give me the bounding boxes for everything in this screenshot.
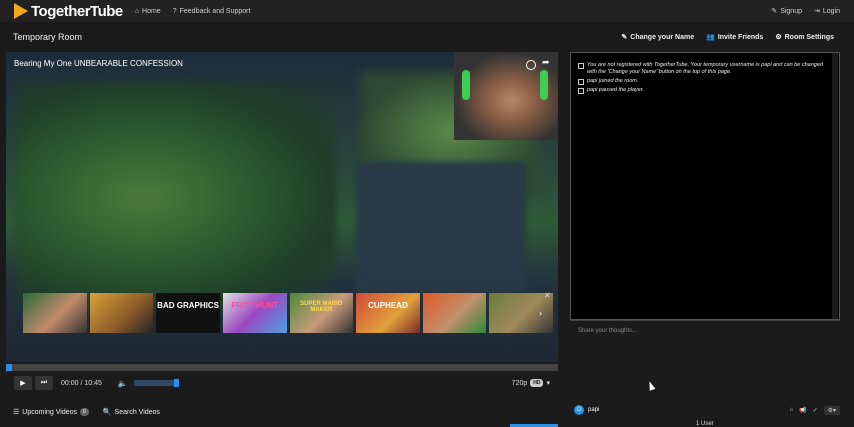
- volume-knob[interactable]: [173, 379, 179, 387]
- user-count: 1 User: [696, 421, 714, 427]
- chat-log: You are not registered with TogetherTube…: [570, 52, 840, 320]
- progress-fill: [6, 364, 12, 371]
- power-icon[interactable]: ⏻: [574, 405, 584, 415]
- quality-selector[interactable]: 720p HD ▾: [512, 379, 550, 387]
- check-icon[interactable]: ✓: [813, 407, 818, 414]
- video-frame-blur: [356, 162, 526, 292]
- question-icon: ?: [172, 7, 177, 15]
- gear-icon: ⚙▾: [827, 407, 836, 414]
- tab-upcoming-videos[interactable]: ☰ Upcoming Videos 0: [13, 408, 89, 416]
- room-settings-button[interactable]: ⚙ Room Settings: [775, 33, 834, 42]
- share-icon[interactable]: ➦: [542, 57, 552, 67]
- home-icon: ⌂: [134, 7, 140, 15]
- list-icon: ☰: [13, 409, 20, 416]
- nav-feedback[interactable]: ? Feedback and Support: [173, 8, 251, 15]
- upcoming-count-badge: 0: [80, 408, 89, 416]
- end-screen-thumb[interactable]: CUPHEAD: [356, 293, 420, 333]
- user-settings-button[interactable]: ⚙▾: [823, 405, 840, 415]
- volume-icon[interactable]: 🔈: [118, 379, 128, 388]
- user-bar: ⏻ papi ⌂ 📢 ✓ ⚙▾: [570, 401, 840, 419]
- login-icon: ⇥: [813, 8, 820, 15]
- logo-play-icon: [14, 3, 28, 19]
- chat-message: papi paused the player.: [578, 87, 832, 94]
- headset-right: [540, 70, 548, 100]
- video-title[interactable]: Bearing My One UNBEARABLE CONFESSION: [14, 59, 183, 68]
- headset-left: [462, 70, 470, 100]
- video-frame-blur: [16, 82, 336, 312]
- end-screen-thumb[interactable]: SUPER MARIO MAKER: [289, 293, 354, 333]
- tab-search-videos[interactable]: 🔍 Search Videos: [102, 408, 160, 417]
- home-icon[interactable]: ⌂: [789, 407, 793, 413]
- pencil-icon: ✎: [621, 34, 628, 41]
- gear-icon: ⚙: [775, 34, 782, 41]
- skip-button[interactable]: ⏭: [35, 376, 53, 390]
- caret-down-icon: ▾: [546, 380, 550, 387]
- info-icon: [578, 63, 584, 69]
- watch-later-icon[interactable]: [526, 60, 536, 70]
- change-name-button[interactable]: ✎ Change your Name: [621, 33, 694, 42]
- video-player[interactable]: Bearing My One UNBEARABLE CONFESSION ➦ B…: [6, 52, 558, 362]
- chat-scrollbar[interactable]: [832, 53, 838, 319]
- info-icon: [578, 79, 584, 85]
- chat-message: You are not registered with TogetherTube…: [578, 62, 832, 76]
- logo[interactable]: TogetherTube: [14, 3, 123, 20]
- end-screen-thumb[interactable]: [422, 293, 487, 333]
- top-navbar: TogetherTube ⌂ Home ? Feedback and Suppo…: [0, 0, 854, 22]
- hd-badge: HD: [530, 379, 544, 387]
- chat-input[interactable]: Share your thoughts...: [570, 320, 840, 396]
- webcam-overlay: ➦: [454, 52, 558, 140]
- brand-name: TogetherTube: [31, 2, 123, 20]
- nav-home[interactable]: ⌂ Home: [135, 8, 161, 15]
- end-screen-thumb[interactable]: PROP HUNT: [222, 293, 287, 333]
- info-icon: [578, 88, 584, 94]
- play-button[interactable]: ▶: [14, 376, 32, 390]
- play-icon: ▶: [20, 380, 26, 387]
- skip-forward-icon: ⏭: [40, 379, 48, 386]
- invite-friends-button[interactable]: 👥 Invite Friends: [706, 33, 763, 42]
- nav-login[interactable]: ⇥ Login: [813, 7, 840, 16]
- end-screen-thumb[interactable]: [23, 293, 87, 333]
- end-screen-thumb[interactable]: BAD GRAPHICS: [156, 293, 220, 333]
- video-progress-bar[interactable]: [6, 364, 558, 371]
- username: papi: [588, 407, 600, 413]
- search-icon: 🔍: [102, 409, 112, 416]
- megaphone-icon[interactable]: 📢: [799, 407, 806, 414]
- volume-slider[interactable]: [133, 379, 179, 387]
- end-screen-thumb[interactable]: [89, 293, 154, 333]
- time-display: 00:00 / 10:45: [61, 379, 102, 387]
- room-header: Temporary Room ✎ Change your Name 👥 Invi…: [0, 22, 854, 52]
- end-screen-videos: BAD GRAPHICS PROP HUNT SUPER MARIO MAKER…: [23, 293, 553, 333]
- chevron-right-icon[interactable]: ›: [539, 308, 542, 318]
- chat-message: papi joined the room.: [578, 78, 832, 85]
- close-icon[interactable]: ✕: [544, 291, 551, 300]
- edit-icon: ✎: [771, 8, 778, 15]
- room-title: Temporary Room: [13, 32, 83, 42]
- users-icon: 👥: [706, 34, 715, 41]
- player-controls: ▶ ⏭ 00:00 / 10:45 🔈 720p HD ▾: [6, 371, 558, 395]
- bottom-tabs: ☰ Upcoming Videos 0 🔍 Search Videos: [0, 402, 560, 422]
- nav-signup[interactable]: ✎ Signup: [771, 7, 802, 16]
